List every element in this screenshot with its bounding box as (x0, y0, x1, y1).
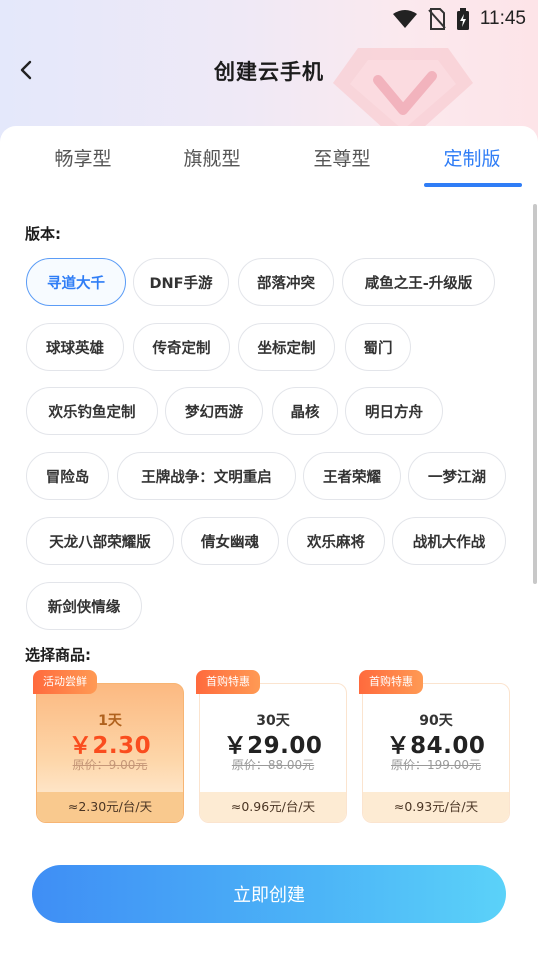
product-per-day: ≈0.96元/台/天 (200, 792, 346, 822)
page-title: 创建云手机 (214, 60, 324, 84)
tab-changxiang[interactable]: 畅享型 (23, 144, 143, 171)
version-chip[interactable]: 坐标定制 (238, 323, 335, 371)
version-chip[interactable]: 球球英雄 (26, 323, 124, 371)
battery-charging-icon (456, 8, 469, 30)
product-badge: 首购特惠 (196, 670, 260, 694)
tab-active-indicator (424, 183, 522, 187)
version-chip[interactable]: 寻道大千 (26, 258, 126, 306)
title-bar: 创建云手机 (0, 48, 538, 92)
status-bar: 11:45 (392, 6, 526, 32)
version-chip[interactable]: 倩女幽魂 (181, 517, 279, 565)
product-original-price: 原价：199.00元 (391, 758, 481, 772)
product-card-1day[interactable]: 1天 ￥2.30 原价：9.00元 ≈2.30元/台/天 (36, 683, 184, 823)
version-chip[interactable]: 新剑侠情缘 (26, 582, 142, 630)
version-chip[interactable]: 冒险岛 (26, 452, 109, 500)
version-chip[interactable]: 欢乐麻将 (287, 517, 385, 565)
product-card-90day[interactable]: 90天 ￥84.00 原价：199.00元 ≈0.93元/台/天 (362, 683, 510, 823)
create-button[interactable]: 立即创建 (32, 865, 506, 923)
version-chip[interactable]: 蜀门 (345, 323, 411, 371)
product-badge: 首购特惠 (359, 670, 423, 694)
tab-dingzhi[interactable]: 定制版 (412, 144, 532, 171)
product-card-30day[interactable]: 30天 ￥29.00 原价：88.00元 ≈0.96元/台/天 (199, 683, 347, 823)
version-chip[interactable]: 一梦江湖 (408, 452, 506, 500)
version-chip[interactable]: 部落冲突 (238, 258, 334, 306)
product-original-price: 原价：88.00元 (231, 758, 315, 772)
product-original-price: 原价：9.00元 (72, 758, 148, 772)
wifi-icon (392, 10, 417, 28)
version-chip[interactable]: 天龙八部荣耀版 (26, 517, 174, 565)
version-chip[interactable]: 王牌战争：文明重启 (117, 452, 296, 500)
version-chip[interactable]: 传奇定制 (133, 323, 230, 371)
status-time: 11:45 (479, 8, 526, 29)
version-chip[interactable]: 战机大作战 (392, 517, 506, 565)
tab-qijian[interactable]: 旗舰型 (152, 144, 272, 171)
product-price: ￥29.00 (223, 733, 323, 759)
version-chip[interactable]: 欢乐钓鱼定制 (26, 387, 158, 435)
version-chip[interactable]: 明日方舟 (345, 387, 443, 435)
tab-zhizun[interactable]: 至尊型 (282, 144, 402, 171)
product-price: ￥2.30 (68, 733, 152, 759)
version-label: 版本: (25, 225, 61, 243)
scrollbar[interactable] (533, 204, 537, 584)
product-badge: 活动尝鲜 (33, 670, 97, 694)
version-chip[interactable]: 咸鱼之王-升级版 (342, 258, 495, 306)
tab-bar: 畅享型 旗舰型 至尊型 定制版 (0, 126, 538, 190)
version-chip[interactable]: 梦幻西游 (165, 387, 263, 435)
product-per-day: ≈2.30元/台/天 (37, 792, 183, 822)
version-chip[interactable]: 王者荣耀 (303, 452, 401, 500)
screen: 11:45 创建云手机 畅享型 旗舰型 至尊型 定制版 版本: 寻道大千 DNF… (0, 0, 538, 958)
version-chip[interactable]: 晶核 (272, 387, 338, 435)
no-sim-icon (428, 8, 446, 30)
main-card: 畅享型 旗舰型 至尊型 定制版 版本: 寻道大千 DNF手游 部落冲突 咸鱼之王… (0, 126, 538, 958)
version-chip[interactable]: DNF手游 (133, 258, 229, 306)
products-label: 选择商品: (25, 646, 91, 664)
product-per-day: ≈0.93元/台/天 (363, 792, 509, 822)
product-price: ￥84.00 (386, 733, 486, 759)
